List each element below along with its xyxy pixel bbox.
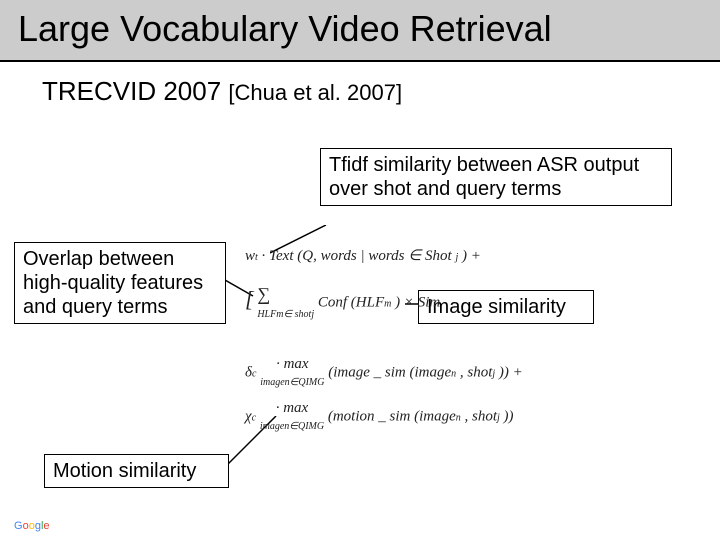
formula-line-2: [ ∑ HLFm∈ shotj Conf (HLFm ) × Sim [245, 284, 675, 322]
subtitle-main: TRECVID 2007 [42, 76, 228, 106]
annotation-motion-similarity: Motion similarity [44, 454, 229, 488]
footer-logo: Google [14, 520, 50, 532]
subtitle-row: TRECVID 2007 [Chua et al. 2007] [0, 62, 720, 107]
formula-line-3: δc · max imagen∈QIMG (image _ sim (image… [245, 356, 675, 390]
subtitle-citation: [Chua et al. 2007] [228, 80, 402, 105]
annotation-overlap: Overlap between high-quality features an… [14, 242, 226, 324]
title-bar: Large Vocabulary Video Retrieval [0, 0, 720, 62]
annotation-tfidf: Tfidf similarity between ASR output over… [320, 148, 672, 206]
slide-title: Large Vocabulary Video Retrieval [18, 8, 702, 50]
formula-line-4: χc · max imagen∈QIMG (motion _ sim (imag… [245, 400, 675, 434]
formula-line-1: wt · Text (Q, words | words ∈ Shot j ) + [245, 246, 675, 265]
